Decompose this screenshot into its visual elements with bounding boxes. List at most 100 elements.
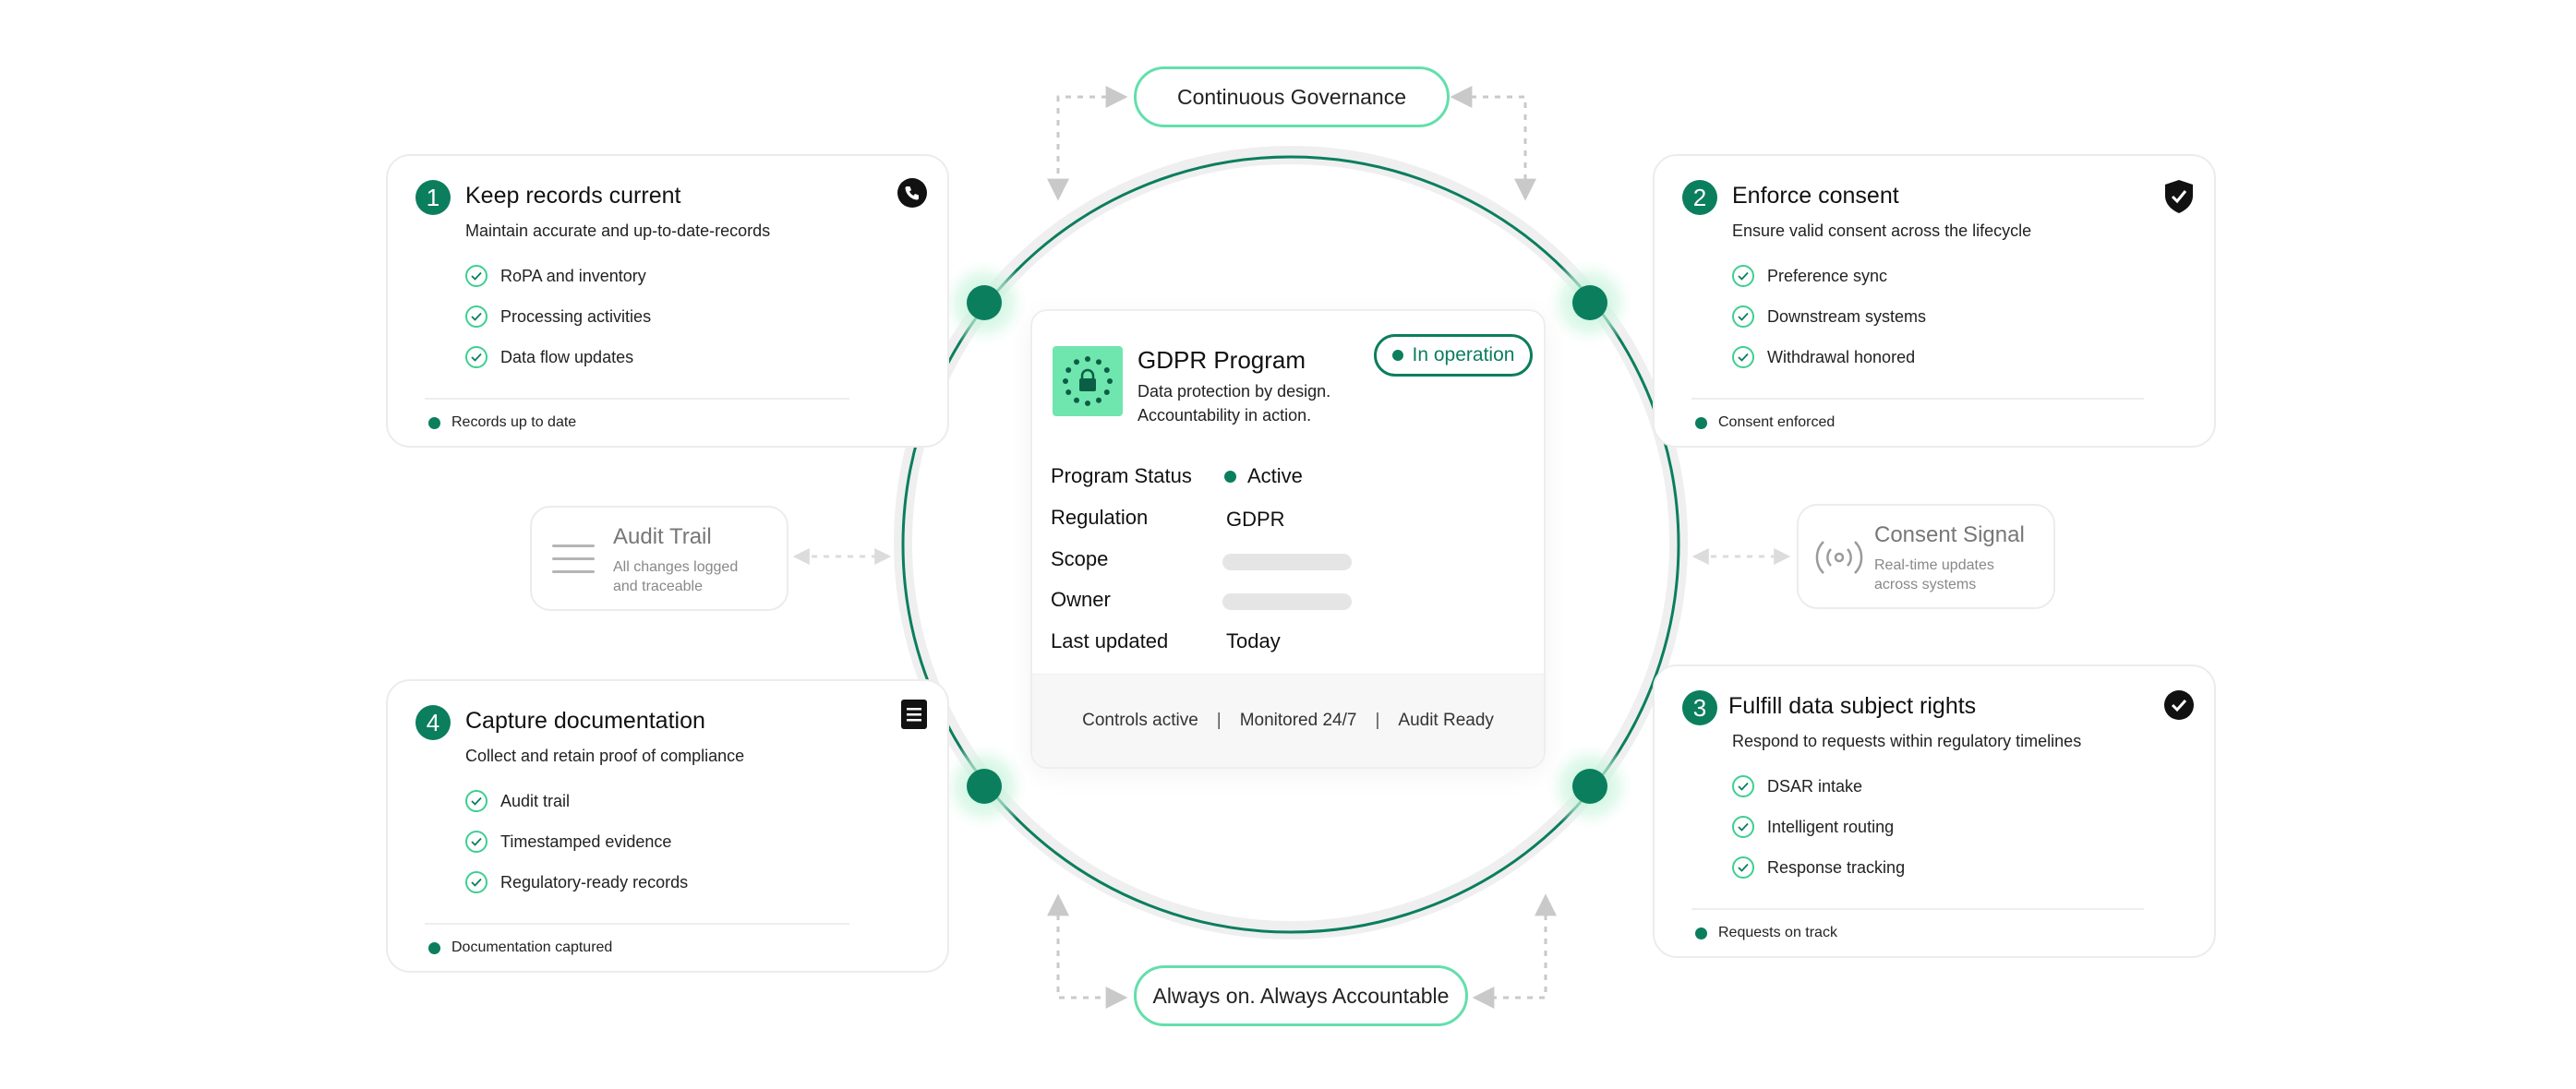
row-label-last-updated: Last updated: [1051, 629, 1169, 652]
program-footer: Controls active | Monitored 24/7 | Audit…: [1032, 674, 1544, 767]
check-icon: [465, 265, 488, 287]
signal-broadcast-icon: [1812, 537, 1867, 582]
check-icon: [1732, 775, 1754, 797]
row-label-program-status: Program Status: [1051, 464, 1192, 487]
check-icon: [1732, 856, 1754, 879]
audit-trail-subtitle: All changes logged and traceable: [613, 559, 739, 594]
row-value-regulation: GDPR: [1226, 508, 1285, 531]
step-number: 2: [1682, 180, 1717, 215]
row-value-last-updated: Today: [1226, 629, 1281, 652]
footer-separator: |: [1375, 711, 1380, 730]
card-title: Capture documentation: [465, 708, 705, 734]
connector-bottom-left: [1047, 893, 1128, 1009]
row-label-owner: Owner: [1051, 588, 1111, 611]
card-subtitle: Ensure valid consent across the lifecycl…: [1732, 221, 2032, 240]
scope-placeholder: [1222, 554, 1352, 570]
check-icon: [465, 305, 488, 328]
check-icon: [1732, 305, 1754, 328]
cycle-node-1: [967, 285, 1002, 320]
card-status: Consent enforced: [1695, 414, 1835, 431]
connector-top-right: [1450, 86, 1536, 201]
audit-trail-box: Audit Trail All changes logged and trace…: [530, 506, 788, 611]
list-item: Processing activities: [465, 296, 651, 337]
status-dot: [1391, 350, 1403, 361]
connector-bottom-right: [1472, 893, 1557, 1009]
row-label-scope: Scope: [1051, 547, 1109, 570]
card-title: Enforce consent: [1732, 183, 1899, 209]
step-number: 1: [415, 180, 451, 215]
step-number: 3: [1682, 690, 1717, 725]
check-icon: [1732, 816, 1754, 838]
check-icon: [1732, 346, 1754, 368]
list-item: Audit trail: [465, 781, 688, 821]
consent-signal-title: Consent Signal: [1874, 522, 2025, 547]
card-divider: [1691, 908, 2144, 910]
list-item: RoPA and inventory: [465, 256, 651, 296]
card-checklist: Preference sync Downstream systems Withd…: [1732, 256, 1926, 377]
status-dot: [1695, 927, 1707, 939]
connector-top-left: [1047, 86, 1128, 201]
card-checklist: RoPA and inventory Processing activities…: [465, 256, 651, 377]
footer-controls-active: Controls active: [1082, 711, 1198, 730]
card-title: Fulfill data subject rights: [1728, 693, 1977, 719]
list-item: Data flow updates: [465, 337, 651, 377]
always-accountable-pill: Always on. Always Accountable: [1134, 965, 1468, 1026]
program-title: GDPR Program: [1138, 346, 1306, 374]
audit-trail-title: Audit Trail: [613, 524, 712, 549]
gdpr-program-panel: GDPR Program Data protection by design. …: [1030, 309, 1546, 769]
card-divider: [1691, 398, 2144, 400]
document-icon: [897, 698, 931, 731]
check-icon: [1732, 265, 1754, 287]
card-keep-records: 1 Keep records current Maintain accurate…: [386, 154, 949, 448]
owner-placeholder: [1222, 593, 1352, 610]
row-label-regulation: Regulation: [1051, 506, 1149, 529]
status-dot: [428, 941, 440, 954]
cycle-node-2: [1572, 285, 1607, 320]
card-fulfill-rights: 3 Fulfill data subject rights Respond to…: [1653, 664, 2216, 958]
program-description: Data protection by design. Accountabilit…: [1138, 382, 1331, 425]
cycle-node-3: [1572, 769, 1607, 804]
status-dot: [428, 416, 440, 429]
list-item: DSAR intake: [1732, 766, 1905, 807]
footer-monitored: Monitored 24/7: [1239, 711, 1357, 730]
card-subtitle: Collect and retain proof of compliance: [465, 747, 745, 765]
eu-stars-lock-icon: [1053, 346, 1123, 421]
list-item: Withdrawal honored: [1732, 337, 1926, 377]
list-item: Response tracking: [1732, 847, 1905, 888]
list-lines-icon: [552, 543, 595, 580]
check-icon: [465, 790, 488, 812]
list-item: Timestamped evidence: [465, 821, 688, 862]
step-number: 4: [415, 705, 451, 740]
list-item: Regulatory-ready records: [465, 862, 688, 903]
check-icon: [465, 831, 488, 853]
card-divider: [425, 923, 849, 925]
shield-check-icon: [2162, 180, 2196, 213]
check-icon: [465, 871, 488, 893]
card-status: Records up to date: [428, 414, 576, 431]
card-checklist: Audit trail Timestamped evidence Regulat…: [465, 781, 688, 903]
footer-audit-ready: Audit Ready: [1398, 711, 1494, 730]
list-item: Intelligent routing: [1732, 807, 1905, 847]
card-status: Requests on track: [1695, 925, 1837, 941]
footer-separator: |: [1216, 711, 1222, 730]
card-status: Documentation captured: [428, 939, 612, 956]
card-subtitle: Maintain accurate and up-to-date-records: [465, 221, 771, 240]
row-value-program-status: Active: [1224, 464, 1303, 488]
list-item: Downstream systems: [1732, 296, 1926, 337]
card-subtitle: Respond to requests within regulatory ti…: [1732, 732, 2082, 750]
check-circle-icon: [2162, 688, 2196, 722]
cycle-node-4: [967, 769, 1002, 804]
card-title: Keep records current: [465, 183, 681, 209]
list-item: Preference sync: [1732, 256, 1926, 296]
active-dot: [1224, 470, 1236, 483]
status-badge: In operation: [1374, 334, 1533, 377]
card-enforce-consent: 2 Enforce consent Ensure valid consent a…: [1653, 154, 2216, 448]
card-checklist: DSAR intake Intelligent routing Response…: [1732, 766, 1905, 888]
phone-icon: [896, 176, 929, 209]
status-dot: [1695, 416, 1707, 429]
card-capture-documentation: 4 Capture documentation Collect and reta…: [386, 679, 949, 973]
check-icon: [465, 346, 488, 368]
card-divider: [425, 398, 849, 400]
continuous-governance-pill: Continuous Governance: [1134, 66, 1450, 127]
consent-signal-subtitle: Real-time updates across systems: [1874, 557, 1994, 592]
